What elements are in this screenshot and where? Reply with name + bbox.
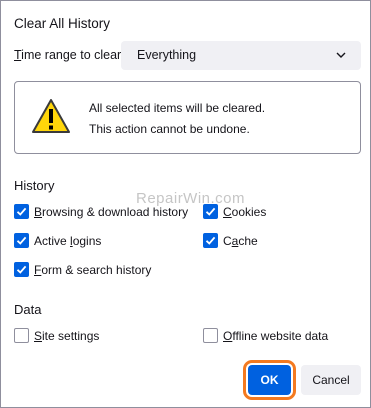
form-search-history-checkbox[interactable] bbox=[14, 262, 29, 277]
cache-label[interactable]: Cache bbox=[223, 234, 258, 248]
checkmark-icon bbox=[16, 265, 27, 274]
offline-website-data-label[interactable]: Offline website data bbox=[223, 329, 328, 343]
clear-history-dialog: Clear All History Time range to clear: E… bbox=[0, 0, 371, 408]
watermark: RepairWin.com bbox=[136, 190, 246, 207]
browsing-history-checkbox[interactable] bbox=[14, 204, 29, 219]
history-heading: History bbox=[14, 178, 55, 193]
cancel-button[interactable]: Cancel bbox=[301, 365, 361, 395]
site-settings-label[interactable]: Site settings bbox=[34, 329, 99, 343]
checkmark-icon bbox=[16, 207, 27, 216]
checkmark-icon bbox=[16, 236, 27, 245]
cookies-label[interactable]: Cookies bbox=[223, 205, 266, 219]
time-range-value: Everything bbox=[137, 48, 197, 62]
chevron-down-icon bbox=[336, 52, 346, 58]
active-logins-label[interactable]: Active logins bbox=[34, 234, 101, 248]
time-range-label: Time range to clear: bbox=[14, 48, 125, 62]
data-heading: Data bbox=[14, 302, 42, 317]
ok-button[interactable]: OK bbox=[243, 360, 296, 400]
site-settings-checkbox[interactable] bbox=[14, 328, 29, 343]
checkmark-icon bbox=[205, 236, 216, 245]
offline-website-data-checkbox[interactable] bbox=[203, 328, 218, 343]
cache-checkbox[interactable] bbox=[203, 233, 218, 248]
active-logins-checkbox[interactable] bbox=[14, 233, 29, 248]
warning-box: All selected items will be cleared. This… bbox=[14, 81, 361, 154]
browsing-history-label[interactable]: Browsing & download history bbox=[34, 205, 188, 219]
form-search-history-label[interactable]: Form & search history bbox=[34, 263, 151, 277]
warning-text-line1: All selected items will be cleared. bbox=[89, 101, 266, 115]
warning-text-line2: This action cannot be undone. bbox=[89, 122, 250, 136]
dialog-title: Clear All History bbox=[14, 16, 111, 31]
time-range-select[interactable]: Everything bbox=[121, 41, 361, 70]
warning-icon bbox=[32, 99, 70, 133]
